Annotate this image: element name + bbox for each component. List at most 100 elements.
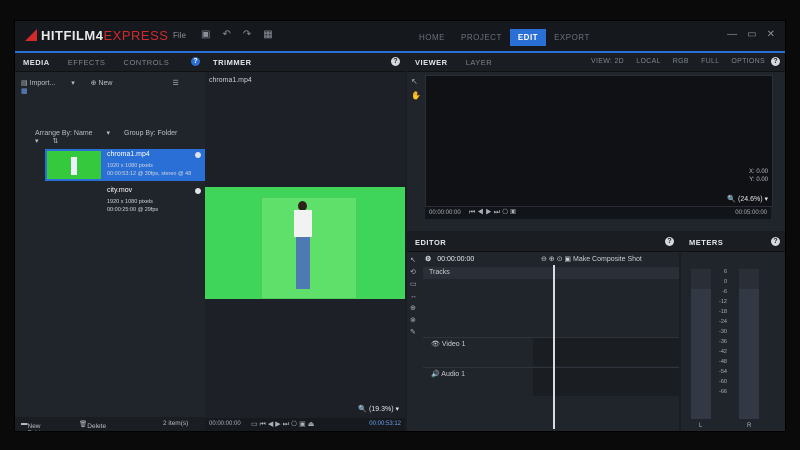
x-label: X: [748, 169, 755, 175]
file-menu[interactable]: File [173, 31, 186, 40]
meter-tick: -24 [719, 319, 727, 325]
razor-tool-icon[interactable]: ✎ [410, 327, 417, 339]
media-item-info: 00:00:25:00 @ 29fps [107, 207, 159, 213]
tab-viewer[interactable]: VIEWER [407, 53, 456, 72]
import-button[interactable]: ▤ Import... ▾ [21, 80, 75, 87]
meter-tick: -36 [719, 339, 727, 345]
meter-right [739, 269, 759, 419]
rate-tool-icon[interactable]: ⊗ [410, 315, 417, 327]
viewer-canvas[interactable]: X: 0.00 Y: 0.00 🔍 (24.6%) ▾ [425, 75, 773, 207]
help-icon[interactable]: ? [771, 57, 780, 66]
roll-tool-icon[interactable]: ⊕ [410, 303, 417, 315]
meter-tick: -6 [722, 289, 727, 295]
video-track-label: 👁 Video 1 [431, 341, 466, 348]
new-folder-button[interactable]: ▬ New Folder [21, 420, 46, 431]
delete-label: Delete [87, 423, 107, 430]
make-composite-label: Make Composite Shot [573, 256, 642, 263]
make-composite-button[interactable]: ⊖ ⊕ ⊙ ▣ Make Composite Shot [541, 255, 642, 263]
viewer-zoom[interactable]: 🔍 (24.6%) ▾ [727, 195, 768, 203]
maximize-icon[interactable]: ▭ [747, 29, 756, 40]
video-track[interactable]: 👁 Video 1 [423, 337, 679, 366]
gear-icon[interactable]: ⚙ [425, 256, 431, 263]
title-bar: HITFILM4EXPRESS File ▣ ↶ ↷ ▦ HOME PROJECT EDI… [15, 21, 785, 53]
audio-track-name: Audio 1 [441, 371, 466, 378]
tab-trimmer[interactable]: TRIMMER [205, 53, 260, 72]
save-icon[interactable]: ▣ [201, 29, 210, 40]
delete-button[interactable]: 🗑 Delete [79, 420, 106, 430]
hand-tool-icon[interactable]: ✋ [411, 89, 421, 103]
help-icon[interactable]: ? [771, 237, 780, 246]
tab-controls[interactable]: CONTROLS [116, 53, 178, 72]
trimmer-zoom[interactable]: 🔍 (19.3%) ▾ [358, 405, 399, 413]
meter-tick: -66 [719, 389, 727, 395]
viewer-timecode-end: 00:05:00:00 [735, 210, 767, 216]
meter-scale: 6 0 -6 -12 -18 -24 -30 -36 -42 -48 -54 -… [713, 267, 727, 397]
tab-export[interactable]: EXPORT [546, 29, 598, 46]
grid-icon[interactable]: ▦ [263, 29, 272, 40]
tab-effects[interactable]: EFFECTS [60, 53, 114, 72]
group-label: Group By: Folder [124, 130, 178, 137]
audio-track-label: 🔊 Audio 1 [431, 371, 466, 378]
monitor-screen: HITFILM4EXPRESS File ▣ ↶ ↷ ▦ HOME PROJECT EDI… [14, 20, 786, 432]
tab-meters[interactable]: METERS [681, 233, 731, 252]
options-dropdown[interactable]: OPTIONS [731, 58, 765, 65]
meter-tick: -48 [719, 359, 727, 365]
viewer-transport-controls[interactable]: ⏮◀▶⏭⎔▣ [469, 208, 518, 217]
brand-accent: EXPRESS [103, 28, 169, 43]
minimize-icon[interactable]: — [727, 29, 737, 40]
slip-tool-icon[interactable]: ↔ [410, 291, 417, 303]
app-logo: HITFILM4EXPRESS [25, 28, 168, 43]
list-view-icon[interactable]: ☰ [172, 80, 178, 87]
meter-tick: 6 [723, 269, 727, 275]
trimmer-preview[interactable] [205, 187, 405, 299]
editor-timebar: ⚙ 00:00:00:00 ⊖ ⊕ ⊙ ▣ Make Composite Shot [423, 253, 679, 265]
tab-project[interactable]: PROJECT [453, 29, 510, 46]
trimmer-panel: TRIMMER ? chroma1.mp4 🔍 (19.3%) ▾ 00:00:… [205, 53, 405, 431]
close-icon[interactable]: ✕ [767, 29, 775, 40]
media-toolbar: ▤ Import... ▾ ⊕ New ☰ ▦ [21, 79, 205, 95]
media-item[interactable]: city.mov 1920 x 1080 pixels 00:00:25:00 @… [45, 185, 205, 217]
editor-panel: EDITOR ? ↖ ⟲ ▭ ↔ ⊕ ⊗ ✎ ⚙ 00:00:00:00 ⊖ ⊕ … [407, 233, 679, 431]
tab-media[interactable]: MEDIA [15, 53, 58, 72]
undo-icon[interactable]: ↶ [222, 29, 230, 40]
select-tool-icon[interactable]: ↖ [411, 75, 421, 89]
full-dropdown[interactable]: FULL [701, 58, 719, 65]
tab-edit[interactable]: EDIT [509, 29, 547, 46]
tab-home[interactable]: HOME [411, 29, 453, 46]
toolbar-icons: ▣ ↶ ↷ ▦ [201, 29, 285, 40]
media-item-name: chroma1.mp4 [107, 151, 150, 158]
audio-track[interactable]: 🔊 Audio 1 [423, 367, 679, 396]
grid-view-icon[interactable]: ▦ [21, 88, 28, 95]
tab-editor[interactable]: EDITOR [407, 233, 454, 252]
y-label: Y: [749, 177, 755, 183]
view-mode-dropdown[interactable]: VIEW: 2D [591, 58, 624, 65]
media-item-status-icon [195, 152, 201, 158]
arrange-dropdown[interactable]: Arrange By: Name ▾ [35, 130, 110, 137]
viewer-transport: 00:00:00:00 ⏮◀▶⏭⎔▣ 00:05:00:00 [425, 207, 771, 219]
media-item-meta: 1920 x 1080 pixels 00:00:25:00 @ 29fps [107, 198, 158, 214]
help-icon[interactable]: ? [665, 237, 674, 246]
tab-layer[interactable]: LAYER [458, 53, 501, 72]
slice-tool-icon[interactable]: ▭ [410, 279, 417, 291]
help-icon[interactable]: ? [191, 57, 200, 66]
meter-tick: -42 [719, 349, 727, 355]
media-thumbnail [47, 151, 101, 179]
local-dropdown[interactable]: LOCAL [636, 58, 660, 65]
playhead[interactable] [553, 265, 555, 429]
trimmer-filename: chroma1.mp4 [209, 77, 252, 84]
redo-icon[interactable]: ↷ [243, 29, 251, 40]
rgb-dropdown[interactable]: RGB [673, 58, 689, 65]
help-icon[interactable]: ? [391, 57, 400, 66]
sort-icon[interactable]: ⇅ [52, 138, 58, 145]
select-tool-icon[interactable]: ↖ [410, 255, 417, 267]
ripple-tool-icon[interactable]: ⟲ [410, 267, 417, 279]
brand-main: HITFILM4 [41, 28, 104, 43]
media-panel-header: MEDIA EFFECTS CONTROLS ? [15, 53, 205, 72]
meter-tick: -60 [719, 379, 727, 385]
trimmer-transport-controls[interactable]: ▭⏮◀▶⏭⎔▣⏏ [251, 420, 316, 429]
media-item-res: 1920 x 1080 pixels [107, 163, 153, 169]
media-item[interactable]: chroma1.mp4 1920 x 1080 pixels 00:00:53:1… [45, 149, 205, 181]
viewer-panel: VIEWER LAYER ? VIEW: 2D LOCAL RGB FULL O… [407, 53, 785, 231]
new-button[interactable]: ⊕ New [91, 80, 127, 87]
meter-tick: -12 [719, 299, 727, 305]
